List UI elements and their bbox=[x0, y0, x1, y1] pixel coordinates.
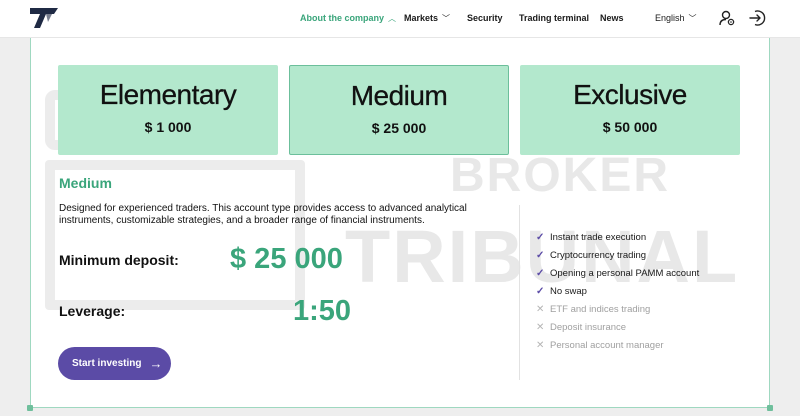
plan-name: Elementary bbox=[99, 79, 237, 110]
plan-name: Medium bbox=[350, 80, 448, 111]
card-corner-marker bbox=[27, 405, 33, 411]
nav-trading-terminal[interactable]: Trading terminal bbox=[519, 0, 589, 36]
chevron-down-icon: ﹀ bbox=[688, 13, 697, 23]
feature-item: ✕ Deposit insurance bbox=[536, 322, 626, 333]
nav-news-label: News bbox=[600, 13, 624, 23]
nav-news[interactable]: News bbox=[600, 0, 624, 36]
feature-label: Deposit insurance bbox=[550, 322, 627, 333]
leverage-value: 1:50 bbox=[293, 295, 352, 327]
check-icon: ✓ bbox=[536, 250, 545, 261]
nav-about-company-label: About the company bbox=[300, 13, 385, 23]
plan-tile-exclusive[interactable]: Exclusive $ 50 000 bbox=[520, 65, 740, 155]
feature-label: Personal account manager bbox=[550, 340, 664, 351]
feature-item: ✓ Cryptocurrency trading bbox=[536, 250, 646, 261]
plan-price: $ 1 000 bbox=[144, 119, 192, 135]
plan-tile-medium[interactable]: Medium $ 25 000 bbox=[289, 65, 509, 155]
feature-label: No swap bbox=[550, 286, 587, 297]
language-label: English bbox=[655, 13, 685, 23]
nav-security[interactable]: Security bbox=[467, 0, 503, 36]
chevron-up-icon: ︿ bbox=[388, 13, 397, 23]
cross-icon: ✕ bbox=[536, 304, 545, 315]
nav-trading-terminal-label: Trading terminal bbox=[519, 13, 590, 23]
min-deposit-label: Minimum deposit: bbox=[59, 252, 179, 268]
feature-item: ✕ Personal account manager bbox=[536, 340, 664, 351]
start-investing-label: Start investing bbox=[72, 358, 142, 369]
plan-detail-title: Medium bbox=[59, 175, 112, 191]
plan-price: $ 25 000 bbox=[371, 120, 427, 136]
check-icon: ✓ bbox=[536, 232, 545, 243]
user-settings-icon[interactable] bbox=[718, 9, 736, 27]
feature-item: ✕ ETF and indices trading bbox=[536, 304, 650, 315]
feature-label: Cryptocurrency trading bbox=[550, 250, 647, 261]
check-icon: ✓ bbox=[536, 268, 545, 279]
plan-price: $ 50 000 bbox=[602, 119, 658, 135]
plan-description: Designed for experienced traders. This a… bbox=[59, 203, 467, 226]
feature-item: ✓ No swap bbox=[536, 286, 587, 297]
feature-label: ETF and indices trading bbox=[550, 304, 651, 315]
nav-security-label: Security bbox=[467, 13, 503, 23]
logo-icon[interactable] bbox=[28, 6, 62, 30]
min-deposit-value: $ 25 000 bbox=[230, 243, 343, 275]
top-header: About the company ︿ Markets ﹀ Security T… bbox=[0, 0, 800, 38]
nav-markets[interactable]: Markets ﹀ bbox=[404, 0, 450, 36]
plan-tile-elementary[interactable]: Elementary $ 1 000 bbox=[58, 65, 278, 155]
feature-label: Opening a personal PAMM account bbox=[550, 268, 700, 279]
leverage-label: Leverage: bbox=[59, 303, 126, 319]
chevron-down-icon: ﹀ bbox=[442, 13, 451, 23]
cross-icon: ✕ bbox=[536, 322, 545, 333]
login-icon[interactable] bbox=[748, 9, 766, 27]
nav-markets-label: Markets bbox=[404, 13, 439, 23]
feature-label: Instant trade execution bbox=[550, 232, 647, 243]
start-investing-button[interactable]: Start investing → bbox=[58, 347, 171, 380]
feature-item: ✓ Opening a personal PAMM account bbox=[536, 268, 699, 279]
plan-name: Exclusive bbox=[573, 79, 688, 110]
language-selector[interactable]: English ﹀ bbox=[655, 0, 697, 36]
nav-about-company[interactable]: About the company ︿ bbox=[300, 0, 396, 36]
feature-item: ✓ Instant trade execution bbox=[536, 232, 646, 243]
card-corner-marker bbox=[767, 405, 773, 411]
arrow-right-icon: → bbox=[149, 356, 163, 371]
check-icon: ✓ bbox=[536, 286, 545, 297]
features-divider bbox=[519, 205, 520, 380]
cross-icon: ✕ bbox=[536, 340, 545, 351]
